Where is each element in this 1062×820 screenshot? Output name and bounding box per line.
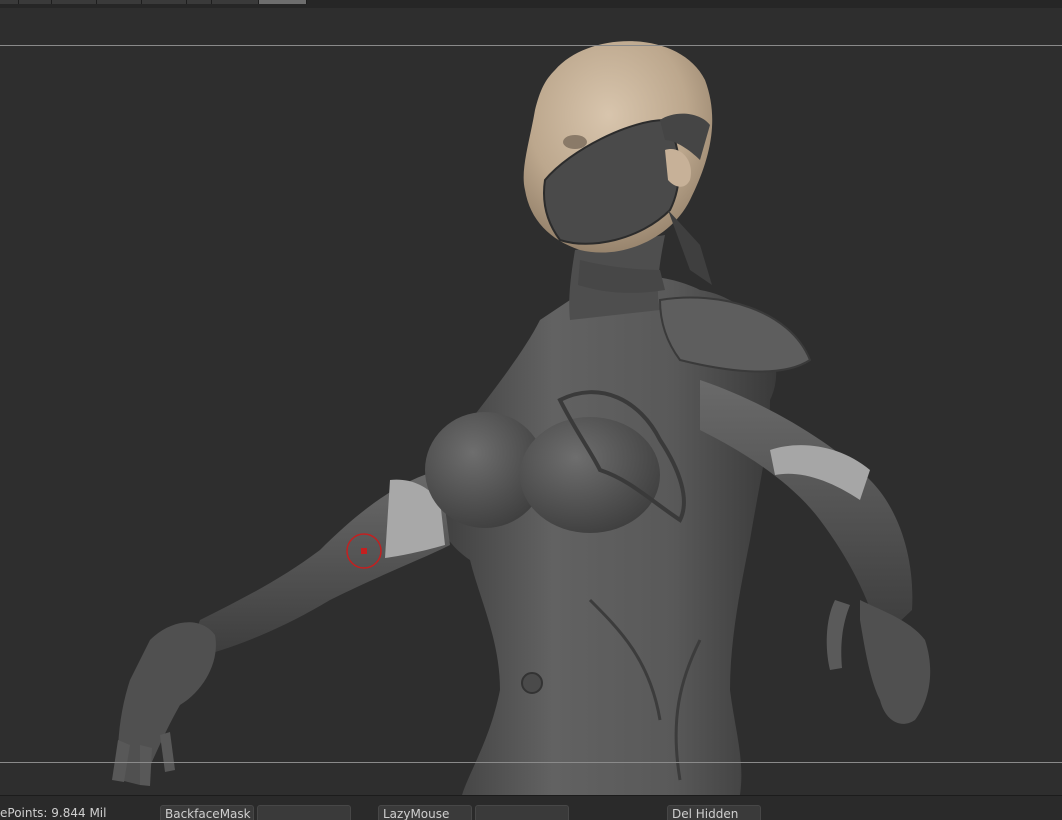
top-tab[interactable] <box>19 0 52 4</box>
bottom-shelf: ePoints: 9.844 Mil BackfaceMask LazyMous… <box>0 795 1062 820</box>
sculpt-model <box>112 41 931 795</box>
top-tab[interactable] <box>212 0 259 4</box>
shelf-slot-button[interactable] <box>475 805 569 820</box>
top-tab[interactable] <box>142 0 187 4</box>
top-tab[interactable] <box>0 0 19 4</box>
viewport-top-guide <box>0 45 1062 46</box>
top-tab[interactable] <box>52 0 97 4</box>
del-hidden-button[interactable]: Del Hidden <box>667 805 761 820</box>
lazy-mouse-button[interactable]: LazyMouse <box>378 805 472 820</box>
top-tab-active[interactable] <box>259 0 307 4</box>
top-tab[interactable] <box>187 0 212 4</box>
backface-mask-button[interactable]: BackfaceMask <box>160 805 254 820</box>
shelf-slot-button[interactable] <box>257 805 351 820</box>
viewport-canvas[interactable] <box>0 8 1062 795</box>
top-tab[interactable] <box>97 0 142 4</box>
viewport-bottom-guide <box>0 762 1062 763</box>
top-tab-strip <box>0 0 1062 8</box>
active-points-label: ePoints: 9.844 Mil <box>0 806 107 820</box>
